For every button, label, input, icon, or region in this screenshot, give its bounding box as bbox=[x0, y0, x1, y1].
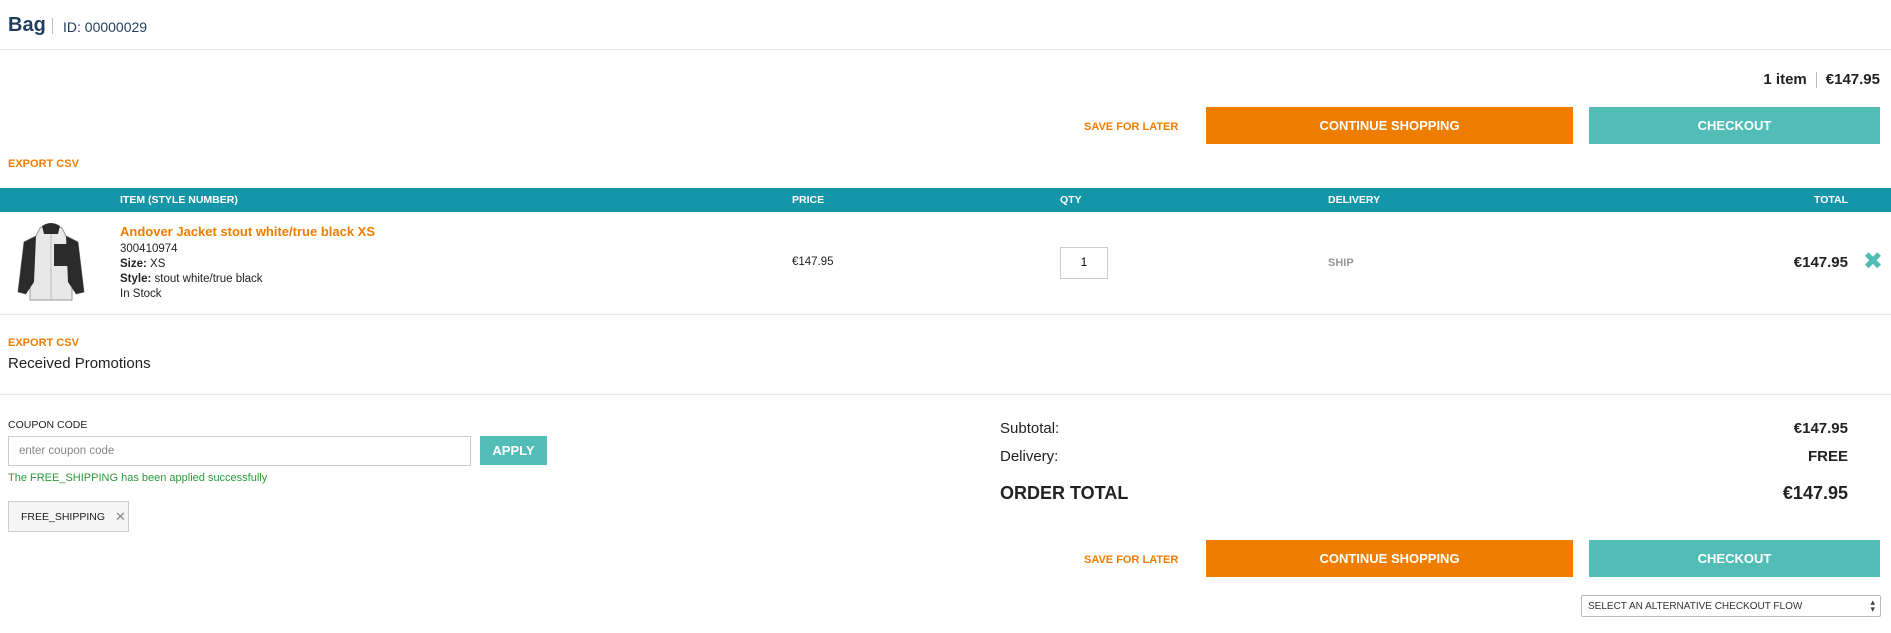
apply-coupon-button[interactable]: APPLY bbox=[480, 436, 547, 465]
continue-shopping-button-top[interactable]: CONTINUE SHOPPING bbox=[1206, 107, 1573, 144]
page-title: Bag bbox=[8, 14, 46, 36]
save-for-later-link-bottom[interactable]: SAVE FOR LATER bbox=[1084, 554, 1178, 566]
style-label: Style: bbox=[120, 273, 152, 285]
sort-arrows-icon: ▴ ▾ bbox=[1870, 597, 1875, 614]
style-number: 300410974 bbox=[120, 243, 178, 255]
subtotal-label: Subtotal: bbox=[1000, 420, 1060, 437]
size-label: Size: bbox=[120, 258, 147, 270]
checkout-button-bottom[interactable]: CHECKOUT bbox=[1589, 540, 1880, 577]
subtotal-value: €147.95 bbox=[1793, 420, 1848, 437]
page-header: Bag ID: 00000029 bbox=[0, 0, 1891, 50]
title-divider bbox=[52, 18, 53, 34]
line-total: €147.95 bbox=[1793, 254, 1848, 271]
summary-divider bbox=[1815, 71, 1817, 88]
stock-status: In Stock bbox=[120, 288, 162, 300]
alternative-checkout-select[interactable]: SELECT AN ALTERNATIVE CHECKOUT FLOW ▴ ▾ bbox=[1581, 595, 1881, 617]
bag-summary: 1 item €147.95 bbox=[1763, 71, 1880, 88]
col-delivery: DELIVERY bbox=[1328, 194, 1381, 206]
table-row: Andover Jacket stout white/true black XS… bbox=[0, 212, 1891, 315]
bag-amount: €147.95 bbox=[1825, 71, 1880, 88]
bag-id: ID: 00000029 bbox=[63, 19, 148, 35]
col-item: ITEM (STYLE NUMBER) bbox=[120, 194, 238, 206]
order-total-label: ORDER TOTAL bbox=[1000, 483, 1129, 503]
col-total: TOTAL bbox=[1813, 194, 1848, 206]
size-value: XS bbox=[150, 258, 166, 270]
style-line: Style: stout white/true black bbox=[120, 273, 263, 285]
close-x-icon[interactable]: ✖ bbox=[1863, 250, 1883, 274]
coupon-success-message: The FREE_SHIPPING has been applied succe… bbox=[8, 472, 268, 484]
export-csv-link-bottom[interactable]: EXPORT CSV bbox=[8, 337, 79, 349]
export-csv-link-top[interactable]: EXPORT CSV bbox=[8, 158, 79, 170]
close-icon[interactable]: ✕ bbox=[115, 509, 126, 525]
unit-price: €147.95 bbox=[792, 256, 834, 268]
delivery-value: FREE bbox=[1807, 448, 1848, 465]
alternative-checkout-selected: SELECT AN ALTERNATIVE CHECKOUT FLOW bbox=[1588, 600, 1803, 612]
delivery-method: SHIP bbox=[1328, 257, 1354, 269]
coupon-code-input[interactable] bbox=[8, 436, 471, 466]
coupon-code-label: COUPON CODE bbox=[8, 419, 88, 431]
checkout-button-top[interactable]: CHECKOUT bbox=[1589, 107, 1880, 144]
size-line: Size: XS bbox=[120, 258, 165, 270]
continue-shopping-button-bottom[interactable]: CONTINUE SHOPPING bbox=[1206, 540, 1573, 577]
applied-coupon-chip: FREE_SHIPPING ✕ bbox=[8, 501, 129, 532]
col-price: PRICE bbox=[792, 194, 825, 206]
product-image[interactable] bbox=[16, 222, 86, 304]
style-value: stout white/true black bbox=[154, 273, 263, 285]
table-header: ITEM (STYLE NUMBER) PRICE QTY DELIVERY T… bbox=[0, 188, 1891, 212]
delivery-label: Delivery: bbox=[1000, 448, 1059, 465]
applied-coupon-code: FREE_SHIPPING bbox=[21, 510, 106, 523]
quantity-input[interactable] bbox=[1060, 247, 1108, 279]
item-count: 1 item bbox=[1763, 71, 1807, 88]
received-promotions-heading: Received Promotions bbox=[8, 355, 151, 372]
product-name-link[interactable]: Andover Jacket stout white/true black XS bbox=[120, 224, 375, 239]
section-divider bbox=[0, 394, 1891, 395]
order-total-value: €147.95 bbox=[1782, 483, 1848, 503]
col-qty: QTY bbox=[1060, 194, 1082, 206]
save-for-later-link-top[interactable]: SAVE FOR LATER bbox=[1084, 121, 1178, 133]
